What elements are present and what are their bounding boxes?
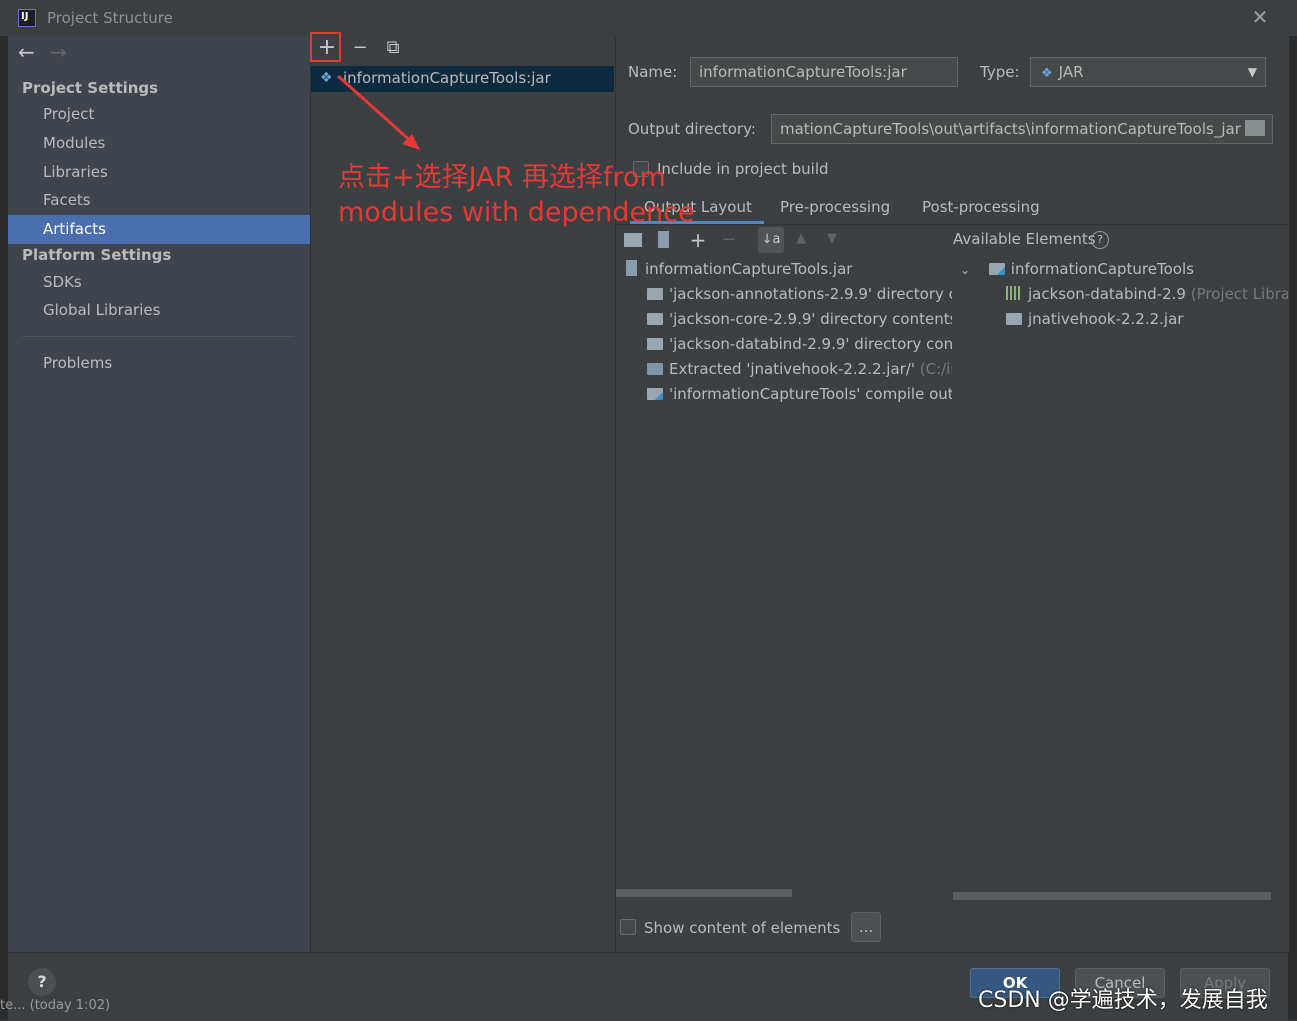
module-icon	[988, 263, 1005, 275]
name-label: Name:	[628, 63, 678, 81]
csdn-watermark: CSDN @学遍技术，发展自我	[978, 988, 1268, 1013]
folder-icon	[647, 313, 663, 325]
help-circle-icon[interactable]: ?	[1091, 231, 1109, 249]
name-field[interactable]: informationCaptureTools:jar	[690, 57, 958, 87]
project-settings-header: Project Settings	[22, 79, 159, 97]
output-root-row[interactable]: informationCaptureTools.jar	[626, 257, 952, 282]
browse-folder-icon[interactable]	[1245, 120, 1265, 136]
type-label: Type:	[980, 63, 1020, 81]
move-up-icon[interactable]: ▲	[796, 231, 806, 246]
folder-icon	[647, 288, 663, 300]
remove-artifact-button[interactable]: −	[347, 35, 373, 61]
output-layout-scrollbar[interactable]	[616, 889, 792, 897]
show-content-checkbox[interactable]	[620, 919, 636, 935]
sidebar-item-project[interactable]: Project	[8, 100, 310, 129]
remove-element-icon[interactable]: −	[716, 227, 742, 253]
close-icon[interactable]: ✕	[1249, 5, 1271, 29]
extract-icon	[647, 363, 663, 375]
annotation-line-2: modules with dependence	[338, 197, 695, 228]
chevron-down-icon: ▼	[1247, 65, 1257, 79]
background-editor-strip-left	[0, 36, 8, 1020]
show-content-options-button[interactable]: ...	[851, 912, 881, 942]
folder-icon	[1006, 313, 1022, 325]
annotation-text: 点击+选择JAR 再选择from modules with dependence	[338, 160, 695, 230]
annotation-line-1: 点击+选择JAR 再选择from	[338, 162, 666, 193]
list-item[interactable]: 'jackson-annotations-2.9.9' directory co	[647, 282, 952, 307]
tab-post-processing[interactable]: Post-processing	[922, 198, 1040, 216]
list-item[interactable]: jnativehook-2.2.2.jar	[1006, 307, 1288, 332]
available-module-row[interactable]: ⌄ informationCaptureTools	[960, 257, 1288, 282]
copy-artifact-button[interactable]: ⧉	[380, 35, 406, 61]
tab-pre-processing[interactable]: Pre-processing	[780, 198, 890, 216]
list-item[interactable]: 'informationCaptureTools' compile out	[647, 382, 952, 407]
background-editor-strip-right	[1288, 36, 1297, 1020]
background-status-text: te... (today 1:02)	[0, 998, 111, 1013]
intellij-logo-icon: IJ	[18, 9, 36, 27]
sidebar-item-sdks[interactable]: SDKs	[8, 268, 310, 297]
jar-file-icon	[626, 260, 637, 276]
sort-elements-icon[interactable]: ↓a	[758, 227, 784, 253]
sidebar-item-modules[interactable]: Modules	[8, 129, 310, 158]
sidebar-item-facets[interactable]: Facets	[8, 186, 310, 215]
output-directory-label: Output directory:	[628, 120, 756, 138]
create-directory-icon[interactable]	[624, 233, 642, 247]
help-button[interactable]: ?	[28, 968, 56, 996]
type-dropdown[interactable]: ❖ JAR ▼	[1030, 57, 1266, 87]
chevron-down-icon: ⌄	[960, 263, 971, 277]
list-item[interactable]: jackson-databind-2.9 (Project Librar	[1006, 282, 1288, 307]
list-item[interactable]: 'jackson-core-2.9.9' directory contents	[647, 307, 952, 332]
sidebar-item-global-libraries[interactable]: Global Libraries	[8, 296, 310, 325]
sidebar-item-problems[interactable]: Problems	[8, 349, 310, 378]
show-content-label: Show content of elements	[644, 919, 841, 937]
annotation-highlight-box	[310, 32, 341, 62]
forward-arrow-icon[interactable]: →	[50, 40, 67, 64]
module-output-icon	[647, 388, 663, 400]
library-icon	[1006, 286, 1022, 300]
back-arrow-icon[interactable]: ←	[18, 40, 35, 64]
tree-splitter[interactable]	[952, 226, 953, 906]
add-element-icon[interactable]: +	[685, 227, 711, 253]
create-archive-icon[interactable]	[658, 231, 669, 248]
jar-type-icon: ❖	[1041, 66, 1053, 81]
platform-settings-header: Platform Settings	[22, 246, 172, 264]
type-value: JAR	[1058, 63, 1084, 81]
sidebar-item-libraries[interactable]: Libraries	[8, 158, 310, 187]
tabs-separator	[615, 224, 1288, 225]
sidebar-divider	[22, 336, 294, 337]
list-item[interactable]: Extracted 'jnativehook-2.2.2.jar/' (C:/i…	[647, 357, 952, 382]
available-elements-scrollbar[interactable]	[953, 892, 1271, 900]
folder-icon	[647, 338, 663, 350]
list-item[interactable]: 'jackson-databind-2.9.9' directory cont	[647, 332, 952, 357]
sidebar-item-artifacts[interactable]: Artifacts	[8, 215, 310, 244]
title-bar	[0, 0, 1297, 36]
window-title: Project Structure	[47, 9, 173, 27]
available-elements-label: Available Elements	[953, 230, 1096, 248]
output-directory-field[interactable]: mationCaptureTools\out\artifacts\informa…	[771, 114, 1273, 144]
annotation-arrow	[336, 74, 420, 150]
move-down-icon[interactable]: ▼	[827, 231, 837, 246]
